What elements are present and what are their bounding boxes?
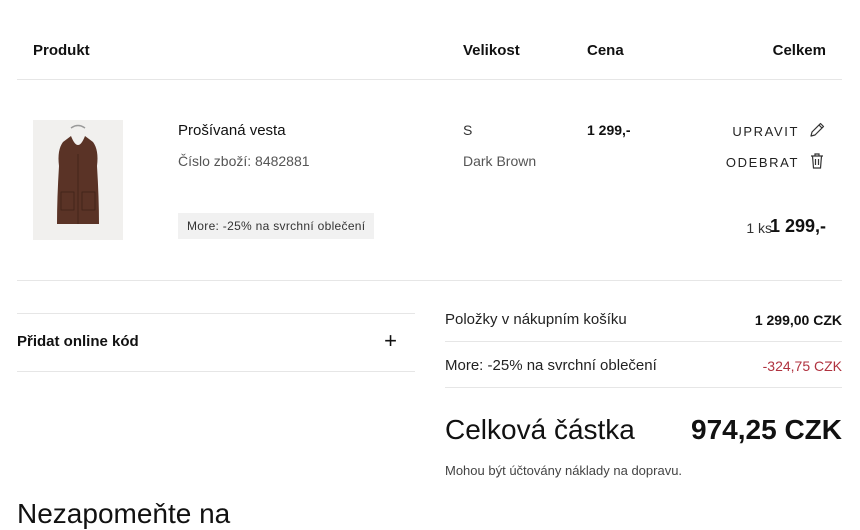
plus-icon: + xyxy=(384,328,397,353)
reminder-heading: Nezapomeňte na xyxy=(17,498,231,529)
add-promo-code-toggle[interactable]: Přidat online kód + xyxy=(17,313,415,372)
summary-items-value: 1 299,00 CZK xyxy=(754,312,842,328)
item-color: Dark Brown xyxy=(463,153,537,169)
product-sku: Číslo zboží: 8482881 xyxy=(178,153,310,169)
summary-discount-label: More: -25% na svrchní oblečení xyxy=(445,357,657,374)
item-divider xyxy=(17,280,842,281)
summary-items-label: Položky v nákupním košíku xyxy=(445,311,627,328)
summary-divider-1 xyxy=(445,341,842,342)
item-size: S xyxy=(463,122,473,138)
item-line-total: 1 299,- xyxy=(769,216,826,236)
pencil-icon[interactable] xyxy=(808,121,826,144)
edit-button[interactable]: UPRAVIT xyxy=(732,124,799,139)
shipping-note: Mohou být účtovány náklady na dopravu. xyxy=(445,463,683,478)
column-header-size: Velikost xyxy=(463,42,520,59)
summary-discount-value: -324,75 CZK xyxy=(762,358,842,374)
remove-button[interactable]: ODEBRAT xyxy=(726,155,799,170)
column-header-price: Cena xyxy=(587,42,624,59)
column-header-total: Celkem xyxy=(772,42,826,59)
item-price: 1 299,- xyxy=(587,122,631,138)
promo-badge: More: -25% na svrchní oblečení xyxy=(178,213,375,239)
summary-divider-2 xyxy=(445,387,842,388)
vest-image xyxy=(57,124,99,224)
product-name-link[interactable]: Prošívaná vesta xyxy=(178,122,286,139)
product-image[interactable] xyxy=(33,120,123,240)
header-divider xyxy=(17,79,842,80)
column-header-product: Produkt xyxy=(33,42,90,59)
item-quantity: 1 ks xyxy=(746,220,772,236)
total-value: 974,25 CZK xyxy=(691,414,842,445)
promo-code-label: Přidat online kód xyxy=(17,333,139,350)
trash-icon[interactable] xyxy=(809,152,825,175)
total-label: Celková částka xyxy=(445,414,635,445)
